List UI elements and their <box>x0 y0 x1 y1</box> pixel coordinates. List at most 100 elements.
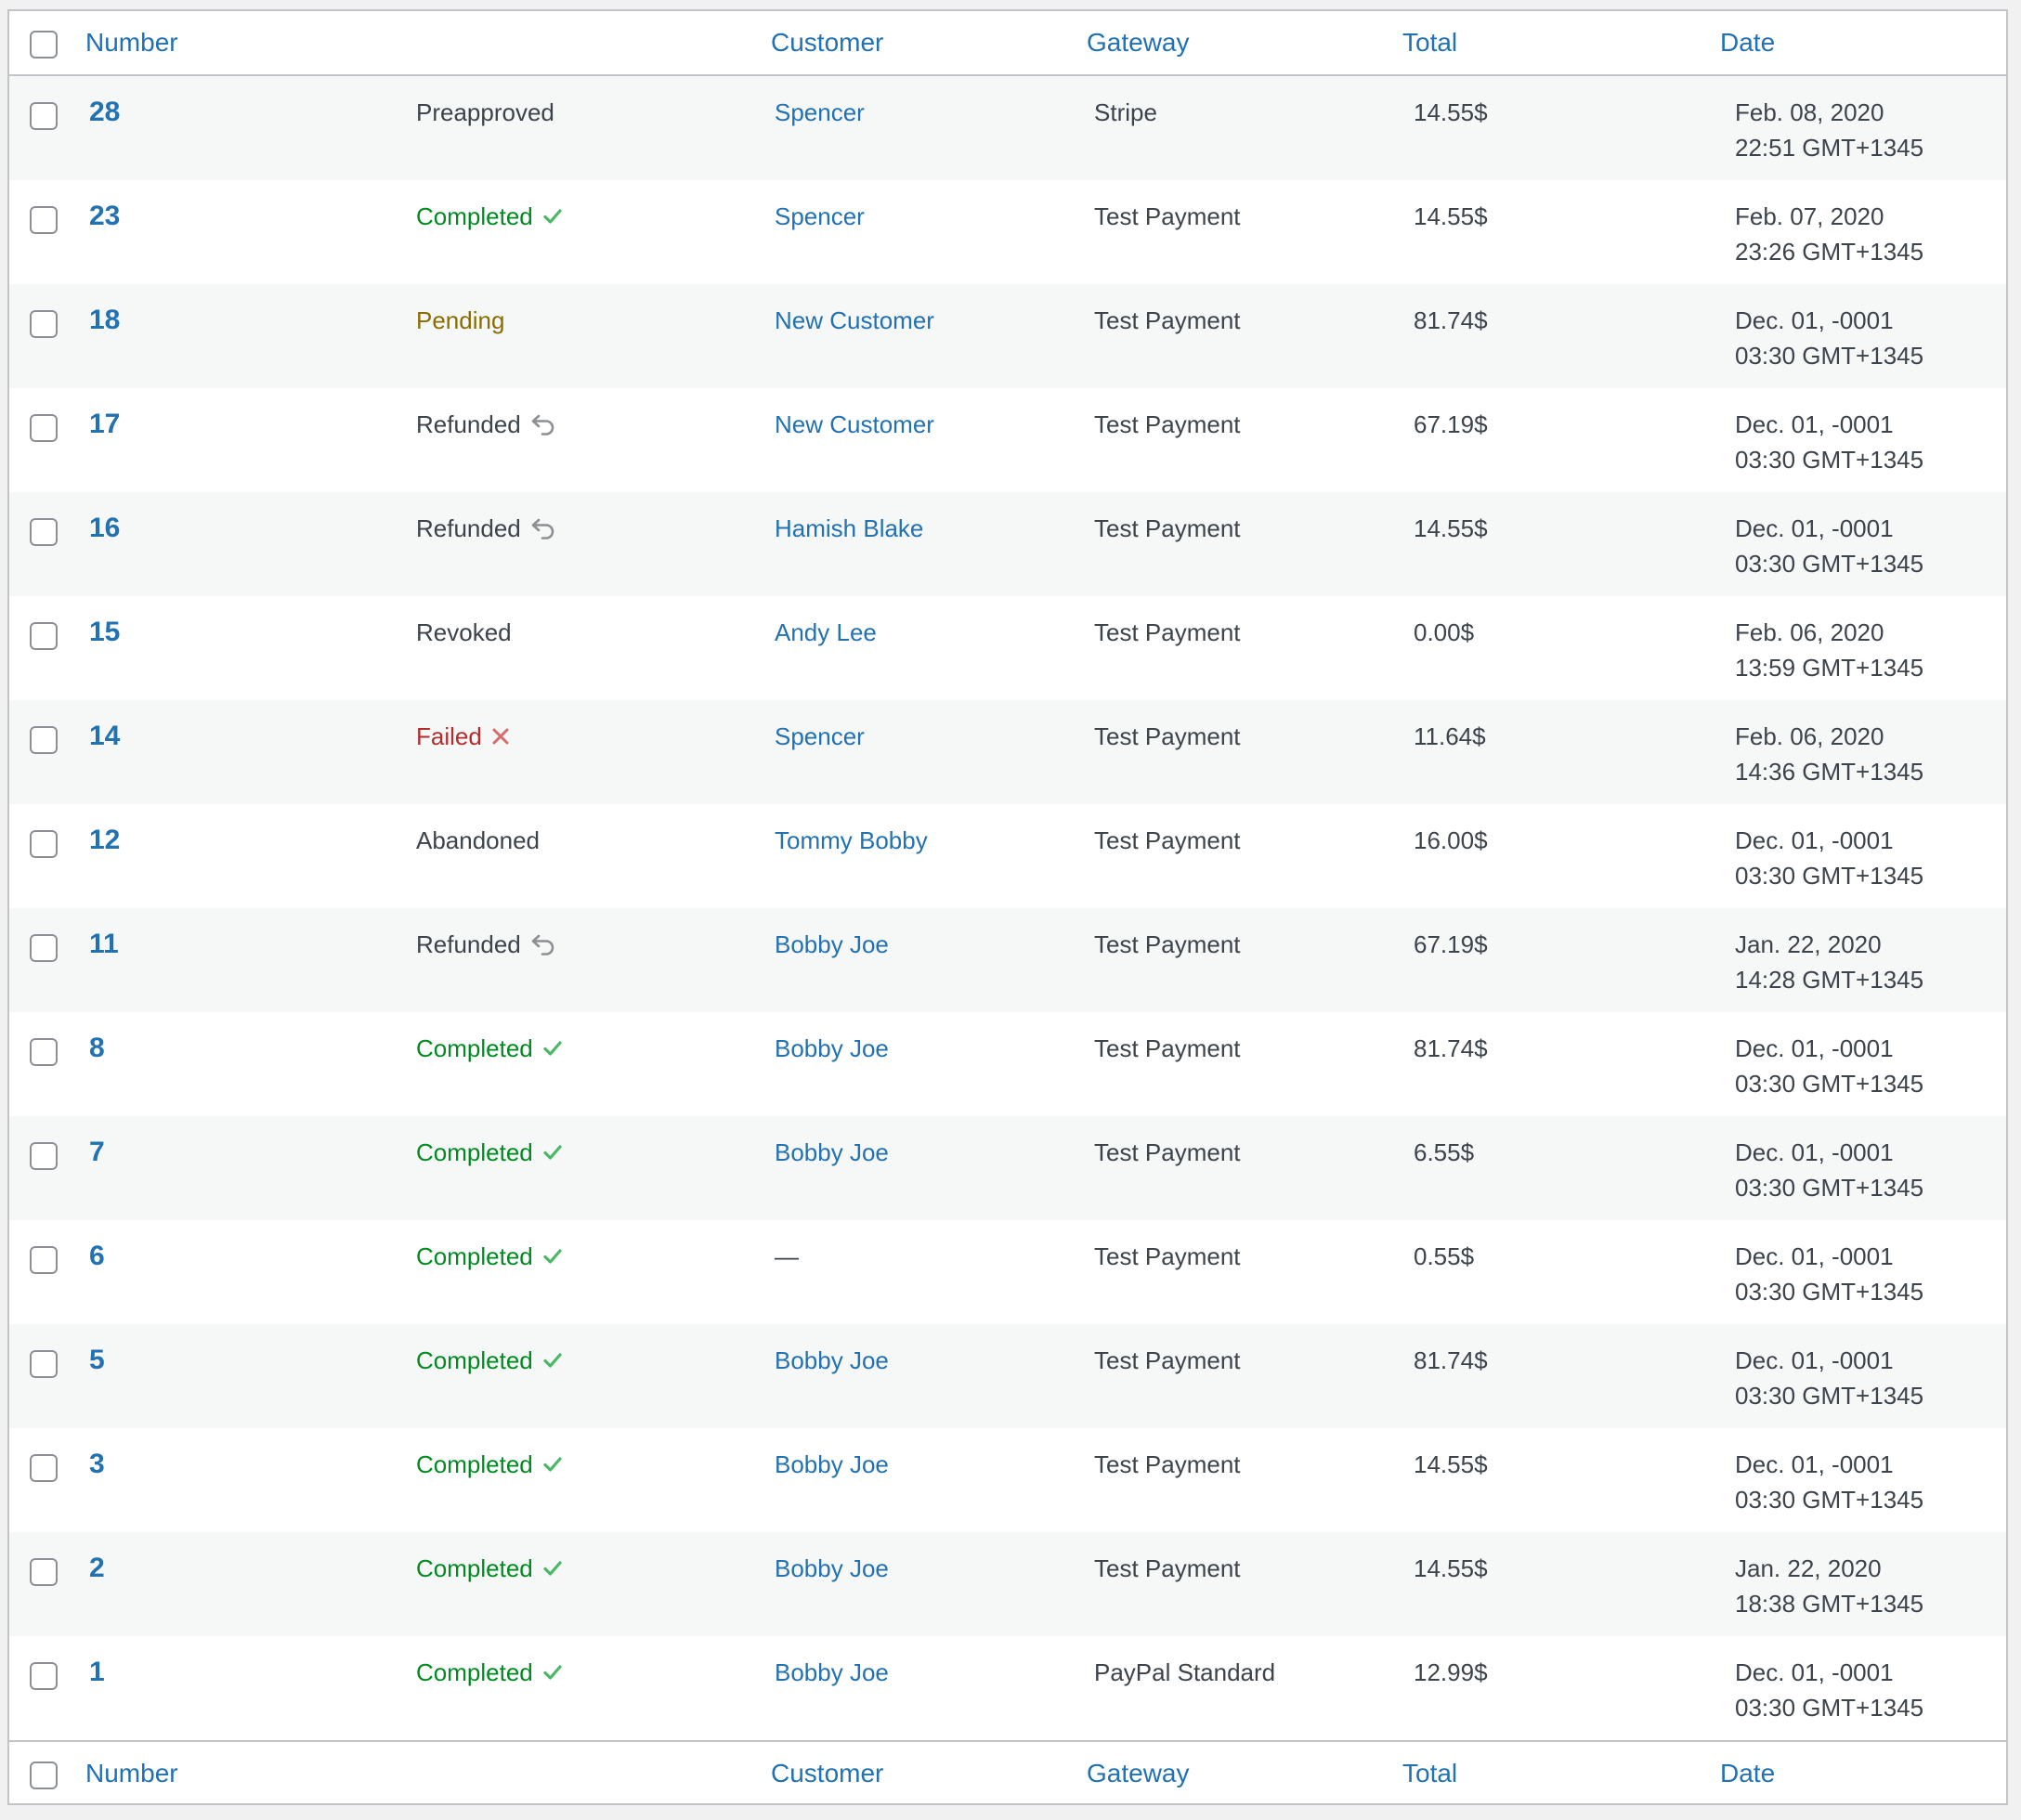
row-date-cell: Jan. 22, 2020 14:28 GMT+1345 <box>1735 927 2006 997</box>
row-checkbox[interactable] <box>30 1246 58 1275</box>
table-row: 2 Completed Bobby Joe Test Payment 14.55$ Jan… <box>9 1532 2006 1636</box>
row-total-cell: 14.55$ <box>1414 199 1735 234</box>
undo-icon <box>530 517 556 540</box>
row-checkbox[interactable] <box>30 102 58 131</box>
customer-link[interactable]: Bobby Joe <box>775 1346 889 1374</box>
select-all-cell <box>9 25 85 60</box>
select-all-footer-checkbox[interactable] <box>30 1762 58 1790</box>
row-status-cell: Completed <box>416 1447 775 1482</box>
payment-number-link[interactable]: 15 <box>89 617 120 647</box>
row-customer-cell: New Customer <box>775 303 1094 338</box>
row-checkbox[interactable] <box>30 1662 58 1691</box>
payment-number-link[interactable]: 2 <box>89 1553 105 1583</box>
date-text: Dec. 01, -0001 <box>1735 1658 1894 1686</box>
column-footer-gateway[interactable]: Gateway <box>1087 1759 1190 1788</box>
row-checkbox[interactable] <box>30 1350 58 1379</box>
payment-number-link[interactable]: 12 <box>89 825 120 855</box>
check-icon <box>542 1142 563 1163</box>
customer-link[interactable]: Bobby Joe <box>775 1554 889 1582</box>
row-number-cell: 17 <box>85 407 416 442</box>
customer-link[interactable]: Spencer <box>775 722 865 750</box>
x-icon <box>491 727 510 746</box>
row-customer-cell: Bobby Joe <box>775 1031 1094 1066</box>
row-customer-cell: Bobby Joe <box>775 1447 1094 1482</box>
row-customer-cell: Bobby Joe <box>775 927 1094 962</box>
date-text: Feb. 08, 2020 <box>1735 98 1884 126</box>
row-checkbox[interactable] <box>30 1558 58 1587</box>
row-check-cell <box>9 199 85 235</box>
status-badge: Completed <box>416 1447 563 1482</box>
column-header-number[interactable]: Number <box>85 28 178 57</box>
row-checkbox[interactable] <box>30 1038 58 1067</box>
row-status-cell: Preapproved <box>416 95 775 130</box>
check-icon <box>542 1038 563 1059</box>
row-total-cell: 0.00$ <box>1414 615 1735 650</box>
customer-link[interactable]: Spencer <box>775 202 865 230</box>
gateway-text: Test Payment <box>1094 930 1241 958</box>
time-text: 18:38 GMT+1345 <box>1735 1590 1924 1618</box>
payment-number-link[interactable]: 6 <box>89 1241 105 1271</box>
payment-number-link[interactable]: 8 <box>89 1033 105 1063</box>
row-checkbox[interactable] <box>30 934 58 963</box>
row-gateway-cell: Test Payment <box>1094 1551 1414 1586</box>
customer-link[interactable]: Bobby Joe <box>775 1034 889 1062</box>
payment-number-link[interactable]: 17 <box>89 409 120 439</box>
row-checkbox[interactable] <box>30 414 58 443</box>
customer-link[interactable]: New Customer <box>775 306 934 334</box>
column-footer-number[interactable]: Number <box>85 1759 178 1788</box>
row-checkbox[interactable] <box>30 518 58 547</box>
column-footer-customer[interactable]: Customer <box>771 1759 883 1788</box>
row-customer-cell: Andy Lee <box>775 615 1094 650</box>
time-text: 14:36 GMT+1345 <box>1735 758 1924 786</box>
time-text: 03:30 GMT+1345 <box>1735 1382 1924 1410</box>
customer-link[interactable]: New Customer <box>775 410 934 438</box>
gateway-text: Test Payment <box>1094 202 1241 230</box>
customer-link[interactable]: Tommy Bobby <box>775 826 928 854</box>
table-row: 28 Preapproved Spencer Stripe 14.55$ Feb. 08,… <box>9 76 2006 180</box>
check-icon <box>542 1350 563 1371</box>
column-header-customer[interactable]: Customer <box>771 28 883 57</box>
payment-number-link[interactable]: 11 <box>89 929 119 959</box>
payment-number-link[interactable]: 7 <box>89 1137 105 1167</box>
payment-number-link[interactable]: 23 <box>89 201 120 231</box>
row-checkbox[interactable] <box>30 206 58 235</box>
customer-link[interactable]: Hamish Blake <box>775 514 923 542</box>
customer-link[interactable]: Bobby Joe <box>775 1658 889 1686</box>
select-all-checkbox[interactable] <box>30 31 58 59</box>
status-badge: Refunded <box>416 927 556 962</box>
row-status-cell: Refunded <box>416 511 775 546</box>
customer-link[interactable]: Bobby Joe <box>775 1450 889 1478</box>
status-badge: Completed <box>416 199 563 234</box>
undo-icon <box>530 933 556 956</box>
column-header-total[interactable]: Total <box>1402 28 1457 57</box>
row-checkbox[interactable] <box>30 310 58 339</box>
row-check-cell <box>9 1343 85 1379</box>
date-text: Jan. 22, 2020 <box>1735 1554 1882 1582</box>
column-footer-date[interactable]: Date <box>1720 1759 1775 1788</box>
gateway-text: Test Payment <box>1094 410 1241 438</box>
payment-number-link[interactable]: 18 <box>89 305 120 335</box>
row-number-cell: 28 <box>85 95 416 130</box>
row-checkbox[interactable] <box>30 1142 58 1171</box>
column-header-date[interactable]: Date <box>1720 28 1775 57</box>
row-checkbox[interactable] <box>30 726 58 755</box>
row-checkbox[interactable] <box>30 830 58 859</box>
payment-number-link[interactable]: 3 <box>89 1449 105 1479</box>
payment-number-link[interactable]: 5 <box>89 1345 105 1375</box>
payment-number-link[interactable]: 14 <box>89 721 120 751</box>
status-label: Revoked <box>416 618 512 646</box>
payment-number-link[interactable]: 16 <box>89 513 120 543</box>
customer-link[interactable]: Bobby Joe <box>775 1138 889 1166</box>
row-checkbox[interactable] <box>30 622 58 651</box>
row-check-cell <box>9 927 85 963</box>
column-footer-total[interactable]: Total <box>1402 1759 1457 1788</box>
row-number-cell: 2 <box>85 1551 416 1586</box>
customer-link[interactable]: Andy Lee <box>775 618 877 646</box>
payment-number-link[interactable]: 28 <box>89 97 120 127</box>
row-date-cell: Dec. 01, -0001 03:30 GMT+1345 <box>1735 511 2006 581</box>
customer-link[interactable]: Bobby Joe <box>775 930 889 958</box>
column-header-gateway[interactable]: Gateway <box>1087 28 1190 57</box>
row-checkbox[interactable] <box>30 1454 58 1483</box>
payment-number-link[interactable]: 1 <box>89 1657 105 1687</box>
customer-link[interactable]: Spencer <box>775 98 865 126</box>
